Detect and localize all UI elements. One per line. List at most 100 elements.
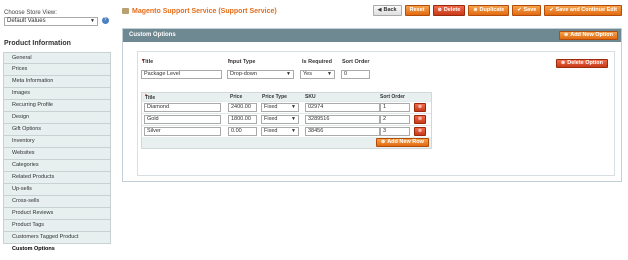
price-type-value: Fixed [264, 104, 278, 110]
add-option-button[interactable]: ⊕ Add New Option [559, 31, 618, 40]
product-icon [122, 8, 129, 15]
chevron-down-icon: ▼ [327, 71, 332, 77]
title-label: Title * [142, 59, 153, 65]
chevron-down-icon: ▼ [291, 104, 296, 110]
tab-meta-information[interactable]: Meta Information [3, 76, 111, 88]
tab-general[interactable]: General [3, 52, 111, 64]
tab-customers-tagged-product[interactable]: Customers Tagged Product [3, 232, 111, 244]
add-row-label: Add New Row [387, 139, 424, 145]
value-sort-order-input[interactable]: 3 [380, 127, 410, 136]
tab-product-reviews[interactable]: Product Reviews [3, 208, 111, 220]
value-price-type-select[interactable]: Fixed ▼ [261, 103, 299, 112]
value-title-input[interactable]: Gold [144, 115, 221, 124]
sort-order-label: Sort Order [342, 59, 370, 65]
store-view-select[interactable]: Default Values ▼ [4, 17, 98, 26]
add-icon: ⊕ [564, 32, 569, 38]
tab-design[interactable]: Design [3, 112, 111, 124]
value-price-type-select[interactable]: Fixed ▼ [261, 127, 299, 136]
tab-up-sells[interactable]: Up-sells [3, 184, 111, 196]
tab-categories[interactable]: Categories [3, 160, 111, 172]
tab-websites[interactable]: Websites [3, 148, 111, 160]
sort-order-input[interactable]: 0 [341, 70, 370, 79]
store-view-value: Default Values [7, 18, 46, 24]
table-row: Diamond 2400.00 Fixed ▼ 02974 1 ⊗ [142, 101, 431, 113]
chevron-down-icon: ▼ [291, 116, 296, 122]
tab-custom-options[interactable]: Custom Options [3, 244, 111, 256]
page-title-text: Magento Support Service (Support Service… [132, 8, 277, 15]
tab-prices[interactable]: Prices [3, 64, 111, 76]
table-row: Gold 1800.00 Fixed ▼ 3289516 2 ⊗ [142, 113, 431, 125]
value-sku-input[interactable]: 02974 [305, 103, 380, 112]
col-sku: SKU [305, 94, 316, 100]
delete-icon: ⊗ [417, 128, 423, 134]
panel-header: Custom Options ⊕ Add New Option [123, 29, 621, 42]
tab-inventory[interactable]: Inventory [3, 136, 111, 148]
delete-icon: ⊗ [561, 60, 566, 66]
values-header: Title * Price Price Type SKU Sort Order [142, 93, 431, 101]
value-title-input[interactable]: Diamond [144, 103, 221, 112]
tab-product-tags[interactable]: Product Tags [3, 220, 111, 232]
value-sku-input[interactable]: 3289516 [305, 115, 380, 124]
value-price-input[interactable]: 2400.00 [228, 103, 257, 112]
check-icon: ✔ [517, 7, 522, 13]
delete-option-button[interactable]: ⊗ Delete Option [556, 59, 608, 68]
delete-icon: ⊗ [417, 104, 423, 110]
tab-cross-sells[interactable]: Cross-sells [3, 196, 111, 208]
delete-option-label: Delete Option [567, 60, 603, 66]
col-price: Price [230, 94, 243, 100]
input-type-label-text: Input Type [228, 59, 256, 65]
back-button[interactable]: ◀ Back [372, 5, 402, 16]
save-button[interactable]: ✔ Save [512, 5, 542, 16]
is-required-label: Is Required [302, 59, 332, 65]
col-title: Title * [145, 94, 155, 101]
value-price-input[interactable]: 0.00 [228, 127, 257, 136]
tab-gift-options[interactable]: Gift Options [3, 124, 111, 136]
value-price-type-select[interactable]: Fixed ▼ [261, 115, 299, 124]
chevron-down-icon: ▼ [90, 18, 95, 24]
input-type-value: Drop-down [230, 71, 257, 77]
duplicate-label: Duplicate [479, 7, 505, 13]
custom-options-panel: Custom Options ⊕ Add New Option Title * I… [122, 28, 622, 182]
value-title-input[interactable]: Silver [144, 127, 221, 136]
duplicate-button[interactable]: ⊕ Duplicate [468, 5, 510, 16]
title-label-text: Title [142, 59, 154, 65]
reset-label: Reset [409, 7, 425, 13]
option-values-table: Title * Price Price Type SKU Sort Order … [141, 92, 432, 149]
store-view-switcher: Choose Store View: Default Values ▼ ? [4, 10, 112, 26]
section-title: Product Information [4, 40, 71, 47]
tab-recurring-profile[interactable]: Recurring Profile [3, 100, 111, 112]
save-label: Save [523, 7, 537, 13]
store-view-label: Choose Store View: [4, 10, 57, 16]
save-continue-button[interactable]: ✔ Save and Continue Edit [544, 5, 622, 16]
delete-icon: ⊗ [417, 116, 423, 122]
chevron-down-icon: ▼ [286, 71, 291, 77]
price-type-value: Fixed [264, 116, 278, 122]
check-icon: ✔ [549, 7, 554, 13]
reset-button[interactable]: Reset [404, 5, 430, 16]
add-option-label: Add New Option [570, 32, 613, 38]
is-required-select[interactable]: Yes ▼ [300, 70, 335, 79]
value-sort-order-input[interactable]: 2 [380, 115, 410, 124]
action-buttons: ◀ Back Reset ⊗ Delete ⊕ Duplicate ✔ Save ✔ Sa… [372, 5, 622, 16]
input-type-select[interactable]: Drop-down ▼ [227, 70, 294, 79]
delete-icon: ⊗ [437, 7, 442, 13]
help-icon[interactable]: ? [101, 17, 109, 24]
tab-images[interactable]: Images [3, 88, 111, 100]
delete-label: Delete [443, 7, 461, 13]
remove-row-button[interactable]: ⊗ [414, 103, 426, 112]
col-price-type: Price Type [262, 94, 287, 100]
option-title-input[interactable]: Package Level [141, 70, 222, 79]
value-price-input[interactable]: 1800.00 [228, 115, 257, 124]
add-icon: ⊕ [473, 7, 478, 13]
value-sort-order-input[interactable]: 1 [380, 103, 410, 112]
add-row-button[interactable]: ⊕ Add New Row [376, 138, 429, 147]
col-sort-order: Sort Order [380, 94, 406, 100]
table-row: Silver 0.00 Fixed ▼ 38456 3 ⊗ [142, 125, 431, 137]
back-label: Back [383, 7, 397, 13]
value-sku-input[interactable]: 38456 [305, 127, 380, 136]
price-type-value: Fixed [264, 128, 278, 134]
remove-row-button[interactable]: ⊗ [414, 115, 426, 124]
tab-related-products[interactable]: Related Products [3, 172, 111, 184]
remove-row-button[interactable]: ⊗ [414, 127, 426, 136]
delete-button[interactable]: ⊗ Delete [432, 5, 466, 16]
